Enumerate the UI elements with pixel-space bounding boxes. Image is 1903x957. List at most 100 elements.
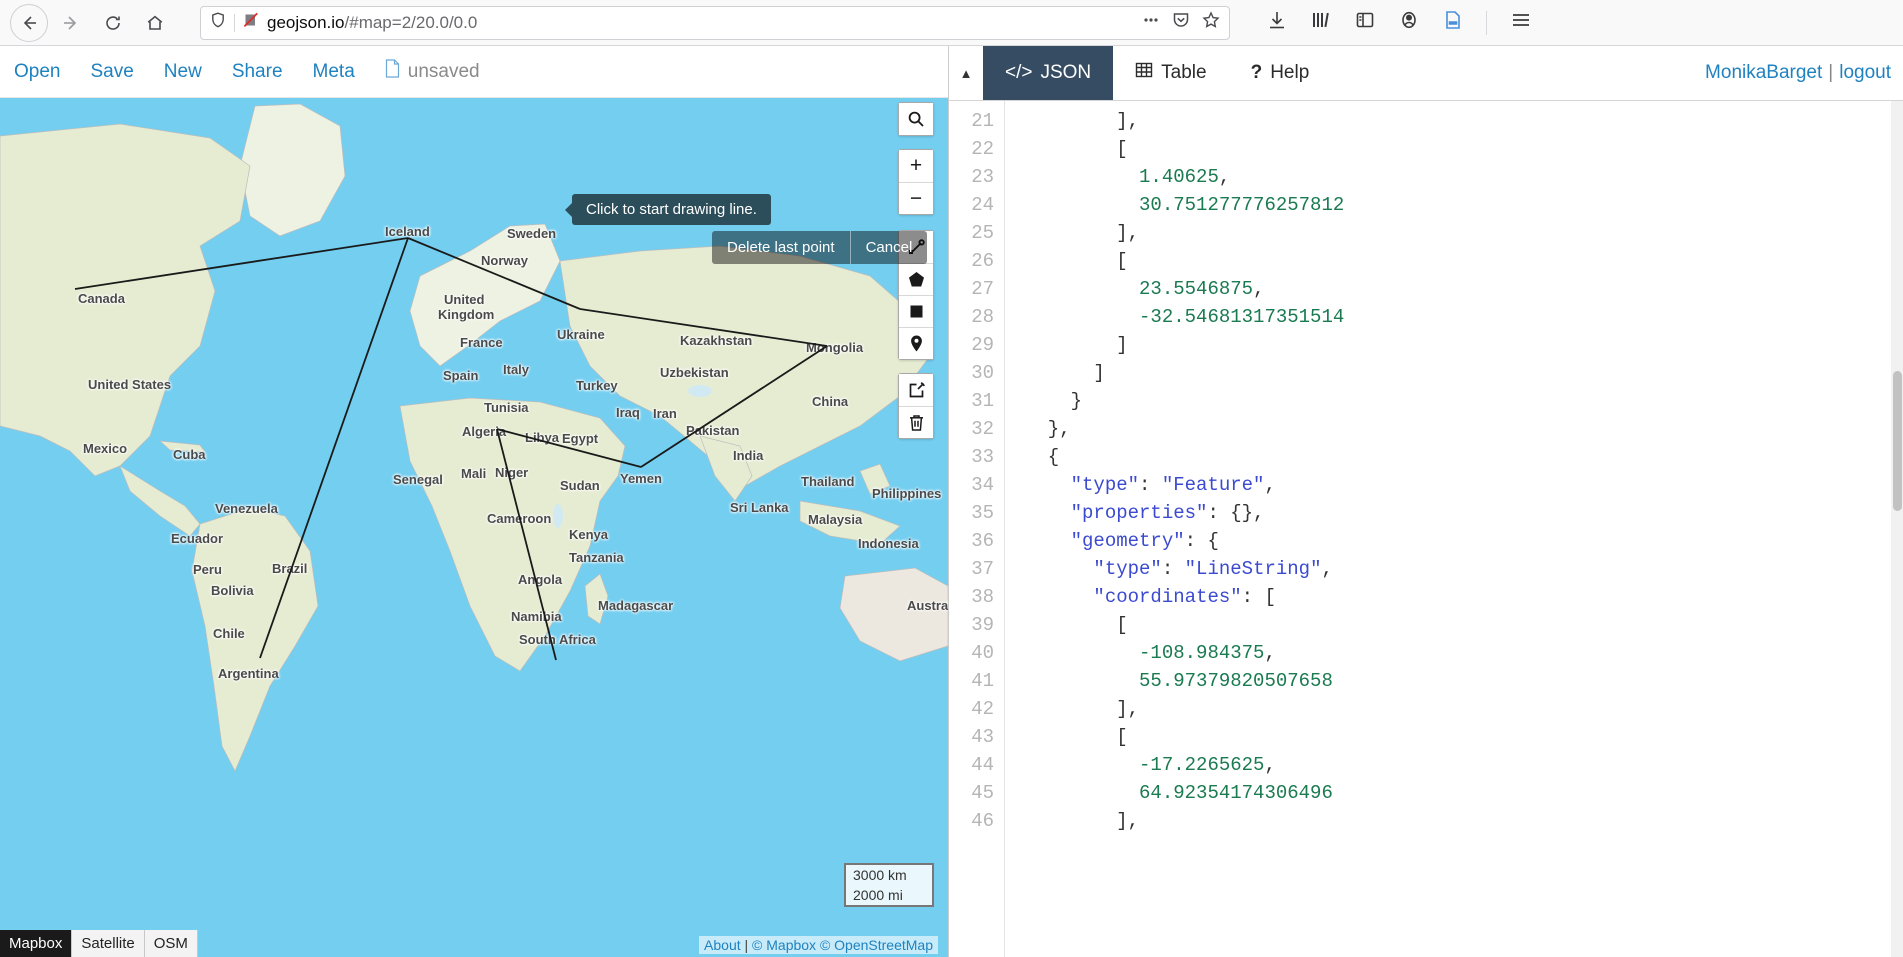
editor-line-number: 24: [971, 194, 994, 216]
editor-line[interactable]: "type": "Feature",: [1025, 471, 1903, 499]
editor-line[interactable]: [: [1025, 135, 1903, 163]
edit-icon[interactable]: [899, 374, 933, 406]
editor-line[interactable]: ],: [1025, 695, 1903, 723]
logout-link[interactable]: logout: [1839, 62, 1891, 84]
attribution-separator: |: [744, 937, 749, 953]
editor-line[interactable]: ]: [1025, 331, 1903, 359]
editor-line[interactable]: ]: [1025, 359, 1903, 387]
nav-share[interactable]: Share: [232, 61, 283, 83]
user-separator: |: [1828, 62, 1834, 83]
editor-line[interactable]: -32.54681317351514: [1025, 303, 1903, 331]
drawn-geometry-layer: [74, 237, 828, 661]
code-icon: </>: [1005, 62, 1033, 83]
map-pane[interactable]: Iceland Sweden Norway Canada United Kingdom Uk…: [0, 46, 948, 957]
editor-line[interactable]: {: [1025, 443, 1903, 471]
chevron-up-icon[interactable]: ▲: [949, 46, 983, 100]
drawn-line-segment[interactable]: [74, 237, 409, 290]
toolbar-divider: [1486, 10, 1487, 35]
editor-line[interactable]: ],: [1025, 807, 1903, 835]
cancel-drawing-button[interactable]: Cancel: [849, 231, 928, 264]
editor-line[interactable]: "properties": {},: [1025, 499, 1903, 527]
editor-line[interactable]: "coordinates": [: [1025, 583, 1903, 611]
layer-option-osm[interactable]: OSM: [144, 930, 198, 957]
tab-table[interactable]: Table: [1113, 46, 1229, 100]
delete-last-point-button[interactable]: Delete last point: [712, 231, 850, 264]
editor-line[interactable]: 1.40625,: [1025, 163, 1903, 191]
drawn-line-segment[interactable]: [640, 345, 828, 468]
editor-line[interactable]: "geometry": {: [1025, 527, 1903, 555]
editor-line[interactable]: ],: [1025, 219, 1903, 247]
layer-switcher: Mapbox Satellite OSM: [0, 930, 198, 957]
editor-line[interactable]: 30.751277776257812: [1025, 191, 1903, 219]
reader-view-icon[interactable]: [1442, 9, 1464, 36]
editor-line[interactable]: 64.92354174306496: [1025, 779, 1903, 807]
library-icon[interactable]: [1310, 9, 1332, 36]
layer-option-mapbox[interactable]: Mapbox: [0, 930, 73, 957]
urlbar-divider: [234, 13, 235, 32]
drawn-line-segment[interactable]: [407, 237, 581, 310]
home-icon[interactable]: [136, 4, 174, 42]
tab-json[interactable]: </> JSON: [983, 46, 1114, 100]
drawn-line-segment[interactable]: [579, 308, 828, 347]
nav-meta[interactable]: Meta: [313, 61, 355, 83]
json-editor[interactable]: 21 22 23 24 25 26 27 28 29 30 31 32 33 34 35 36 37 38 39 40…: [949, 101, 1903, 957]
editor-scrollbar-track[interactable]: [1891, 101, 1903, 957]
username-link[interactable]: MonikaBarget: [1705, 62, 1822, 84]
trash-icon[interactable]: [899, 406, 933, 438]
sidebar-icon[interactable]: [1354, 9, 1376, 36]
nav-new[interactable]: New: [164, 61, 202, 83]
map-scale-bar: 3000 km 2000 mi: [844, 863, 934, 907]
download-icon[interactable]: [1266, 9, 1288, 36]
drawn-line-segment[interactable]: [496, 428, 642, 468]
editor-line[interactable]: "type": "LineString",: [1025, 555, 1903, 583]
account-icon[interactable]: [1398, 9, 1420, 36]
editor-scrollbar-thumb[interactable]: [1893, 371, 1902, 511]
file-name-display: unsaved: [385, 59, 480, 84]
map-pin-icon[interactable]: [899, 327, 933, 359]
editor-line[interactable]: [: [1025, 723, 1903, 751]
document-icon: [385, 59, 400, 84]
editor-line-number: 32: [971, 418, 994, 440]
editor-line[interactable]: ],: [1025, 107, 1903, 135]
zoom-in-button[interactable]: +: [899, 150, 933, 182]
editor-line-number: 39: [971, 614, 994, 636]
back-arrow-icon[interactable]: [10, 3, 48, 42]
reload-icon[interactable]: [94, 4, 132, 42]
editor-line-number: 28: [971, 306, 994, 328]
editor-line[interactable]: 23.5546875,: [1025, 275, 1903, 303]
editor-line-numbers: 21 22 23 24 25 26 27 28 29 30 31 32 33 34 35 36 37 38 39 40…: [949, 101, 1005, 957]
file-name-text: unsaved: [407, 60, 480, 82]
drawn-line-segment[interactable]: [496, 428, 557, 661]
shield-icon[interactable]: [209, 11, 227, 34]
search-icon[interactable]: [899, 103, 933, 135]
star-icon[interactable]: [1201, 10, 1221, 35]
pentagon-icon[interactable]: [899, 263, 933, 295]
osm-link[interactable]: © OpenStreetMap: [820, 937, 933, 953]
nav-open[interactable]: Open: [14, 61, 60, 83]
editor-code[interactable]: ], [ 1.40625, 30.751277776257812 ], [ 23…: [1005, 101, 1903, 957]
editor-line[interactable]: },: [1025, 415, 1903, 443]
about-link[interactable]: About: [704, 937, 741, 953]
editor-line[interactable]: [: [1025, 611, 1903, 639]
zoom-out-button[interactable]: −: [899, 182, 933, 214]
draw-action-bar: Delete last point Cancel: [712, 231, 928, 264]
drawn-line-segment[interactable]: [259, 237, 409, 659]
layer-option-satellite[interactable]: Satellite: [72, 930, 145, 957]
url-bar[interactable]: geojson.io/#map=2/20.0/0.0: [200, 5, 1230, 40]
ellipsis-icon[interactable]: [1141, 10, 1161, 35]
tracking-protection-off-icon[interactable]: [242, 11, 260, 34]
editor-line[interactable]: -108.984375,: [1025, 639, 1903, 667]
editor-line-number: 31: [971, 390, 994, 412]
pocket-icon[interactable]: [1171, 10, 1191, 35]
forward-arrow-icon[interactable]: [52, 4, 90, 42]
editor-line[interactable]: [: [1025, 247, 1903, 275]
tab-help[interactable]: ? Help: [1228, 46, 1332, 100]
square-icon[interactable]: [899, 295, 933, 327]
mapbox-link[interactable]: © Mapbox: [752, 937, 816, 953]
user-area: MonikaBarget | logout: [1705, 46, 1903, 100]
hamburger-menu-icon[interactable]: [1509, 8, 1533, 37]
editor-line[interactable]: -17.2265625,: [1025, 751, 1903, 779]
editor-line[interactable]: }: [1025, 387, 1903, 415]
editor-line[interactable]: 55.97379820507658: [1025, 667, 1903, 695]
nav-save[interactable]: Save: [90, 61, 133, 83]
